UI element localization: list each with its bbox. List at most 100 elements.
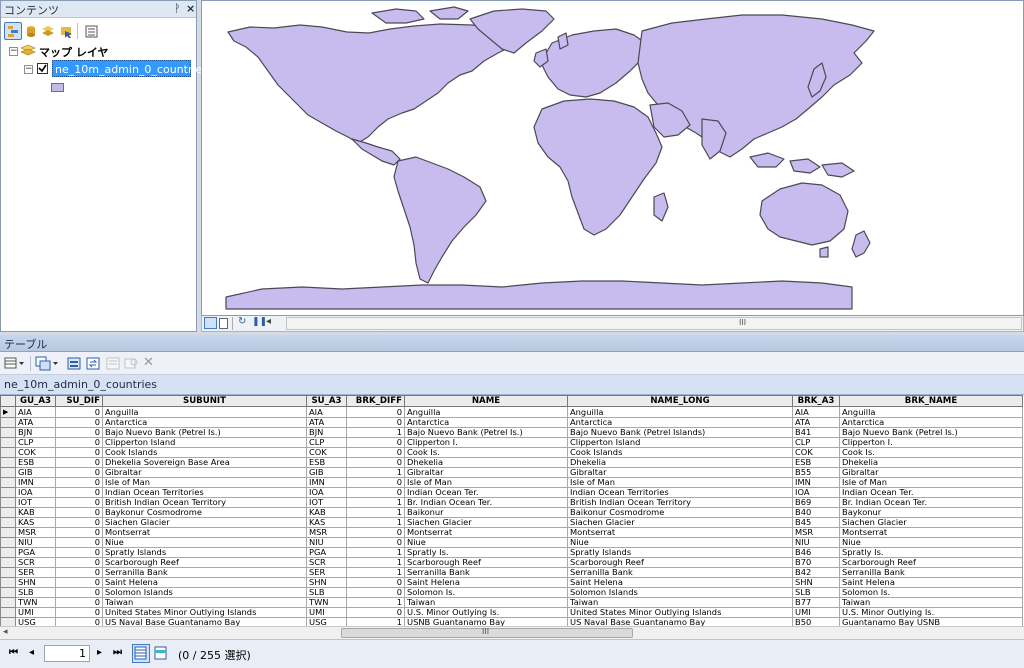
table-row[interactable]: IOA 0 Indian Ocean Territories IOA 0 Indian O… <box>0 487 1023 498</box>
table-cell[interactable]: CLP <box>306 437 347 448</box>
table-cell[interactable]: Scarborough Reef <box>102 557 307 568</box>
table-row[interactable]: CLP 0 Clipperton Island CLP 0 Clipperton I. Cl… <box>0 437 1023 448</box>
column-header-brk-diff[interactable]: BRK_DIFF <box>346 395 405 407</box>
table-cell[interactable]: B69 <box>792 497 840 508</box>
column-header-gu-a3[interactable]: GU_A3 <box>15 395 56 407</box>
table-cell[interactable]: Gibraltar <box>839 467 1023 478</box>
table-cell[interactable]: Montserrat <box>839 527 1023 538</box>
table-cell[interactable]: Cook Is. <box>404 447 568 458</box>
current-record-input[interactable] <box>44 645 90 662</box>
table-row[interactable]: SLB 0 Solomon Islands SLB 0 Solomon Is. Solomo… <box>0 587 1023 598</box>
table-cell[interactable]: SLB <box>15 587 56 598</box>
table-cell[interactable]: KAB <box>15 507 56 518</box>
row-selector-header[interactable] <box>0 395 16 407</box>
layout-view-icon[interactable] <box>219 318 228 329</box>
column-header-name[interactable]: NAME <box>404 395 568 407</box>
table-cell[interactable]: UMI <box>306 607 347 618</box>
table-cell[interactable]: GIB <box>15 467 56 478</box>
next-record-icon[interactable]: ▸ <box>97 647 102 658</box>
table-cell[interactable]: Montserrat <box>404 527 568 538</box>
table-cell[interactable]: Clipperton I. <box>404 437 568 448</box>
table-cell[interactable]: Baykonur Cosmodrome <box>102 507 307 518</box>
table-cell[interactable]: Br. Indian Ocean Ter. <box>404 497 568 508</box>
table-cell[interactable]: 1 <box>346 427 405 438</box>
table-cell[interactable]: SER <box>15 567 56 578</box>
show-all-records-button[interactable] <box>132 644 150 663</box>
related-tables-button[interactable] <box>35 356 61 371</box>
table-cell[interactable]: 1 <box>346 497 405 508</box>
column-header-subunit[interactable]: SUBUNIT <box>102 395 307 407</box>
table-cell[interactable]: MSR <box>792 527 840 538</box>
table-cell[interactable]: Montserrat <box>567 527 793 538</box>
table-cell[interactable]: Anguilla <box>102 406 307 418</box>
table-cell[interactable]: British Indian Ocean Territory <box>567 497 793 508</box>
table-cell[interactable]: Niue <box>404 537 568 548</box>
table-cell[interactable]: 0 <box>55 527 103 538</box>
table-cell[interactable]: Guantanamo Bay USNB <box>839 617 1023 626</box>
table-cell[interactable]: SER <box>306 567 347 578</box>
table-cell[interactable]: COK <box>792 447 840 458</box>
table-cell[interactable]: 0 <box>346 577 405 588</box>
column-header-su-a3[interactable]: SU_A3 <box>306 395 347 407</box>
table-cell[interactable]: TWN <box>15 597 56 608</box>
map-view[interactable] <box>201 0 1024 316</box>
table-cell[interactable]: BJN <box>15 427 56 438</box>
table-cell[interactable]: Taiwan <box>102 597 307 608</box>
table-cell[interactable]: TWN <box>306 597 347 608</box>
options-icon[interactable] <box>82 22 100 40</box>
table-row[interactable]: KAS 0 Siachen Glacier KAS 1 Siachen Glacier Si… <box>0 517 1023 528</box>
previous-record-icon[interactable]: ◂ <box>29 647 34 658</box>
table-cell[interactable]: Br. Indian Ocean Ter. <box>839 497 1023 508</box>
table-cell[interactable]: SHN <box>792 577 840 588</box>
list-by-visibility-icon[interactable] <box>39 22 57 40</box>
table-cell[interactable]: USNB Guantanamo Bay <box>404 617 568 626</box>
row-selector[interactable] <box>0 487 16 498</box>
table-cell[interactable]: AIA <box>15 406 56 418</box>
table-cell[interactable]: Spratly Is. <box>404 547 568 558</box>
table-row[interactable]: SHN 0 Saint Helena SHN 0 Saint Helena Saint He… <box>0 577 1023 588</box>
row-selector[interactable]: ▶ <box>0 406 16 418</box>
table-cell[interactable]: UMI <box>792 607 840 618</box>
table-cell[interactable]: 0 <box>346 587 405 598</box>
delete-selected-icon[interactable]: ✕ <box>143 355 157 370</box>
scroll-thumb[interactable]: III <box>341 627 633 638</box>
table-cell[interactable]: 1 <box>346 507 405 518</box>
table-cell[interactable]: Siachen Glacier <box>404 517 568 528</box>
table-cell[interactable]: ATA <box>15 417 56 428</box>
table-cell[interactable]: Niue <box>102 537 307 548</box>
layer-symbol-swatch[interactable] <box>51 83 64 92</box>
table-row[interactable]: IMN 0 Isle of Man IMN 0 Isle of Man Isle of Ma… <box>0 477 1023 488</box>
list-by-selection-icon[interactable] <box>57 22 75 40</box>
table-cell[interactable]: SCR <box>15 557 56 568</box>
list-by-source-icon[interactable] <box>22 22 40 40</box>
row-selector[interactable] <box>0 567 16 578</box>
table-cell[interactable]: 0 <box>346 406 405 418</box>
row-selector[interactable] <box>0 437 16 448</box>
table-cell[interactable]: 0 <box>55 417 103 428</box>
table-cell[interactable]: Cook Is. <box>839 447 1023 458</box>
table-cell[interactable]: 0 <box>55 607 103 618</box>
table-cell[interactable]: Clipperton Island <box>567 437 793 448</box>
table-cell[interactable]: Antarctica <box>102 417 307 428</box>
row-selector[interactable] <box>0 507 16 518</box>
table-cell[interactable]: 0 <box>55 447 103 458</box>
table-cell[interactable]: Serranilla Bank <box>567 567 793 578</box>
table-cell[interactable]: United States Minor Outlying Islands <box>102 607 307 618</box>
table-cell[interactable]: SHN <box>306 577 347 588</box>
table-cell[interactable]: IMN <box>306 477 347 488</box>
table-cell[interactable]: Siachen Glacier <box>839 517 1023 528</box>
table-cell[interactable]: B77 <box>792 597 840 608</box>
collapse-layer-toggle[interactable]: − <box>24 65 33 74</box>
table-cell[interactable]: Anguilla <box>567 406 793 418</box>
table-cell[interactable]: IMN <box>792 477 840 488</box>
table-cell[interactable]: BJN <box>306 427 347 438</box>
table-cell[interactable]: Bajo Nuevo Bank (Petrel Is.) <box>839 427 1023 438</box>
table-cell[interactable]: Bajo Nuevo Bank (Petrel Is.) <box>404 427 568 438</box>
row-selector[interactable] <box>0 497 16 508</box>
table-cell[interactable]: SHN <box>15 577 56 588</box>
table-cell[interactable]: 0 <box>55 517 103 528</box>
table-cell[interactable]: CLP <box>792 437 840 448</box>
table-cell[interactable]: 0 <box>346 477 405 488</box>
table-cell[interactable]: 1 <box>346 517 405 528</box>
table-cell[interactable]: IOA <box>306 487 347 498</box>
